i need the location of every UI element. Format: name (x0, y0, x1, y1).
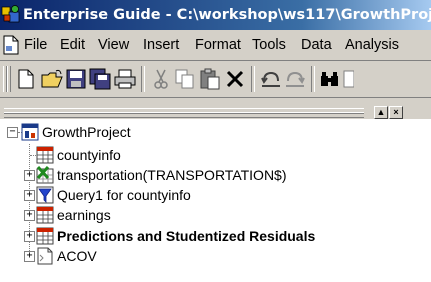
menu-edit[interactable]: Edit (60, 30, 85, 60)
table-icon (36, 206, 54, 224)
title-bar[interactable]: Enterprise Guide - C:\workshop\ws117\Gro… (0, 0, 431, 30)
document-icon (37, 247, 53, 265)
undo-icon[interactable] (259, 67, 283, 91)
cut-icon[interactable] (149, 67, 173, 91)
menu-insert[interactable]: Insert (143, 30, 179, 60)
tree-node-label: ACOV (57, 248, 97, 264)
tree-node-label: Predictions and Studentized Residuals (57, 228, 316, 244)
tree-node-root[interactable]: − GrowthProject (0, 123, 300, 143)
menu-tools[interactable]: Tools (252, 30, 286, 60)
menu-view[interactable]: View (98, 30, 129, 60)
menu-analysis[interactable]: Analysis (345, 30, 399, 60)
toolbar-separator-3 (311, 66, 315, 92)
print-icon[interactable] (113, 67, 137, 91)
collapse-icon[interactable]: − (7, 127, 18, 138)
menu-data[interactable]: Data (301, 30, 332, 60)
enterprise-guide-app-icon[interactable] (1, 4, 21, 24)
window-title: Enterprise Guide - C:\workshop\ws117\Gro… (23, 7, 431, 23)
query-filter-icon (36, 186, 54, 204)
find-icon[interactable] (318, 67, 342, 91)
tree-node-label: earnings (57, 207, 111, 223)
project-tree: − GrowthProject countyinfo + transportat… (0, 119, 431, 282)
panel-close-button[interactable]: × (389, 106, 403, 119)
tree-node-label: countyinfo (57, 147, 121, 163)
menu-bar: File Edit View Insert Format Tools Data … (0, 30, 431, 61)
tree-node-predictions[interactable]: + Predictions and Studentized Residuals (0, 227, 420, 247)
menu-format[interactable]: Format (195, 30, 241, 60)
tree-node-earnings[interactable]: + earnings (0, 206, 300, 226)
expand-icon[interactable]: + (24, 170, 35, 181)
menu-file[interactable]: File (24, 30, 47, 60)
redo-icon[interactable] (283, 67, 307, 91)
document-window-icon[interactable] (2, 35, 20, 55)
expand-icon[interactable]: + (24, 251, 35, 262)
delete-icon[interactable] (223, 67, 247, 91)
dock-area (0, 98, 431, 105)
toolbar-separator-2 (251, 66, 255, 92)
tree-node-label: GrowthProject (42, 124, 131, 140)
toolbar-separator (141, 66, 145, 92)
tree-node-label: Query1 for countyinfo (57, 187, 191, 203)
new-icon[interactable] (14, 67, 38, 91)
copy-icon[interactable] (173, 67, 197, 91)
tree-node-transportation[interactable]: + transportation(TRANSPORTATION$) (0, 166, 380, 186)
toolbar-grip-2[interactable] (7, 66, 11, 92)
project-icon (21, 123, 39, 141)
standard-toolbar (0, 61, 431, 98)
save-icon[interactable] (64, 67, 88, 91)
paste-icon[interactable] (198, 67, 222, 91)
panel-grip[interactable] (4, 108, 364, 118)
tree-node-acov[interactable]: + ACOV (0, 247, 300, 267)
excel-table-icon (36, 166, 54, 184)
table-icon (36, 146, 54, 164)
expand-icon[interactable]: + (24, 210, 35, 221)
project-panel-header: ▲ × (0, 105, 431, 119)
tree-node-countyinfo[interactable]: countyinfo (0, 146, 300, 166)
expand-icon[interactable]: + (24, 190, 35, 201)
open-icon[interactable] (40, 67, 64, 91)
more-toolbar-icon[interactable] (342, 67, 354, 91)
tree-node-label: transportation(TRANSPORTATION$) (57, 167, 287, 183)
table-icon (36, 227, 54, 245)
expand-icon[interactable]: + (24, 231, 35, 242)
panel-scroll-up-button[interactable]: ▲ (374, 106, 388, 119)
tree-node-query1[interactable]: + Query1 for countyinfo (0, 186, 300, 206)
save-all-icon[interactable] (88, 67, 112, 91)
